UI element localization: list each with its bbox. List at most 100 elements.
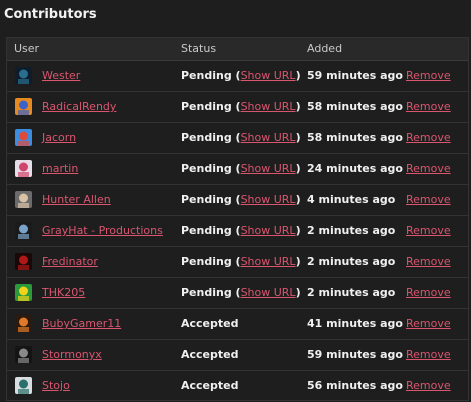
remove-link[interactable]: Remove [406, 131, 451, 144]
user-link[interactable]: RadicalRendy [42, 100, 116, 113]
remove-link[interactable]: Remove [406, 286, 451, 299]
added-time: 2 minutes ago [307, 224, 396, 237]
contributors-panel: Contributors User Status Added Wester Pen… [0, 0, 471, 402]
remove-link[interactable]: Remove [406, 224, 451, 237]
user-link[interactable]: THK205 [42, 286, 85, 299]
avatar[interactable] [15, 253, 32, 270]
status-pending-prefix: Pending ( [181, 193, 241, 206]
avatar[interactable] [15, 67, 32, 84]
status-pending-prefix: Pending ( [181, 69, 241, 82]
avatar-image [15, 98, 32, 115]
section-title: Contributors [4, 7, 97, 22]
status-cell: Pending (Show URL) [181, 162, 301, 175]
status-pending-prefix: Pending ( [181, 286, 241, 299]
remove-link[interactable]: Remove [406, 162, 451, 175]
added-time: 59 minutes ago [307, 348, 403, 361]
show-url-link[interactable]: Show URL [241, 131, 296, 144]
remove-link[interactable]: Remove [406, 379, 451, 392]
remove-link[interactable]: Remove [406, 317, 451, 330]
added-time: 41 minutes ago [307, 317, 403, 330]
table-row: BubyGamer11 Accepted 41 minutes ago Remove [7, 309, 468, 340]
status-cell: Pending (Show URL) [181, 286, 301, 299]
avatar-image [15, 284, 32, 301]
user-link[interactable]: BubyGamer11 [42, 317, 121, 330]
show-url-link[interactable]: Show URL [241, 193, 296, 206]
table-body: Wester Pending (Show URL) 59 minutes ago Re… [7, 61, 468, 401]
status-accepted: Accepted [181, 379, 239, 392]
added-time: 2 minutes ago [307, 286, 396, 299]
table-row: Stormonyx Accepted 59 minutes ago Remove [7, 340, 468, 371]
remove-link[interactable]: Remove [406, 348, 451, 361]
status-pending-suffix: ) [295, 286, 301, 299]
remove-link[interactable]: Remove [406, 69, 451, 82]
avatar[interactable] [15, 346, 32, 363]
user-link[interactable]: Hunter Allen [42, 193, 111, 206]
status-cell: Accepted [181, 379, 238, 392]
status-cell: Pending (Show URL) [181, 131, 301, 144]
table-row: martin Pending (Show URL) 24 minutes ago Re… [7, 154, 468, 185]
user-link[interactable]: Fredinator [42, 255, 98, 268]
table-row: Jacorn Pending (Show URL) 58 minutes ago Re… [7, 123, 468, 154]
avatar-image [15, 315, 32, 332]
status-pending-prefix: Pending ( [181, 100, 241, 113]
avatar-image [15, 67, 32, 84]
table-row: Hunter Allen Pending (Show URL) 4 minutes … [7, 185, 468, 216]
status-accepted: Accepted [181, 317, 239, 330]
table-row: GrayHat - Productions Pending (Show URL) 2… [7, 216, 468, 247]
user-link[interactable]: Jacorn [42, 131, 76, 144]
status-cell: Accepted [181, 317, 238, 330]
remove-link[interactable]: Remove [406, 255, 451, 268]
avatar-image [15, 129, 32, 146]
avatar[interactable] [15, 222, 32, 239]
status-pending-prefix: Pending ( [181, 255, 241, 268]
avatar[interactable] [15, 129, 32, 146]
status-pending-prefix: Pending ( [181, 224, 241, 237]
status-pending-suffix: ) [295, 162, 301, 175]
status-cell: Accepted [181, 348, 238, 361]
remove-link[interactable]: Remove [406, 193, 451, 206]
show-url-link[interactable]: Show URL [241, 286, 296, 299]
status-cell: Pending (Show URL) [181, 100, 301, 113]
column-header-added: Added [307, 42, 343, 55]
status-pending-suffix: ) [295, 131, 301, 144]
status-cell: Pending (Show URL) [181, 255, 301, 268]
avatar[interactable] [15, 377, 32, 394]
status-pending-suffix: ) [295, 224, 301, 237]
status-cell: Pending (Show URL) [181, 69, 301, 82]
added-time: 24 minutes ago [307, 162, 403, 175]
column-header-user: User [14, 42, 40, 55]
avatar[interactable] [15, 315, 32, 332]
show-url-link[interactable]: Show URL [241, 224, 296, 237]
added-time: 59 minutes ago [307, 69, 403, 82]
show-url-link[interactable]: Show URL [241, 255, 296, 268]
added-time: 2 minutes ago [307, 255, 396, 268]
avatar[interactable] [15, 98, 32, 115]
table-row: THK205 Pending (Show URL) 2 minutes ago Rem… [7, 278, 468, 309]
status-cell: Pending (Show URL) [181, 193, 301, 206]
avatar-image [15, 346, 32, 363]
show-url-link[interactable]: Show URL [241, 162, 296, 175]
status-cell: Pending (Show URL) [181, 224, 301, 237]
table-row: RadicalRendy Pending (Show URL) 58 minutes… [7, 92, 468, 123]
user-link[interactable]: GrayHat - Productions [42, 224, 163, 237]
avatar-image [15, 253, 32, 270]
user-link[interactable]: Stojo [42, 379, 70, 392]
avatar[interactable] [15, 160, 32, 177]
user-link[interactable]: Stormonyx [42, 348, 102, 361]
added-time: 56 minutes ago [307, 379, 403, 392]
added-time: 4 minutes ago [307, 193, 396, 206]
avatar[interactable] [15, 191, 32, 208]
user-link[interactable]: Wester [42, 69, 80, 82]
table-row: Stojo Accepted 56 minutes ago Remove [7, 371, 468, 401]
remove-link[interactable]: Remove [406, 100, 451, 113]
status-pending-prefix: Pending ( [181, 162, 241, 175]
added-time: 58 minutes ago [307, 131, 403, 144]
status-pending-suffix: ) [295, 69, 301, 82]
avatar-image [15, 377, 32, 394]
avatar[interactable] [15, 284, 32, 301]
table-row: Fredinator Pending (Show URL) 2 minutes ag… [7, 247, 468, 278]
user-link[interactable]: martin [42, 162, 78, 175]
show-url-link[interactable]: Show URL [241, 69, 296, 82]
show-url-link[interactable]: Show URL [241, 100, 296, 113]
contributors-table: User Status Added Wester Pending (Show UR… [6, 37, 469, 401]
